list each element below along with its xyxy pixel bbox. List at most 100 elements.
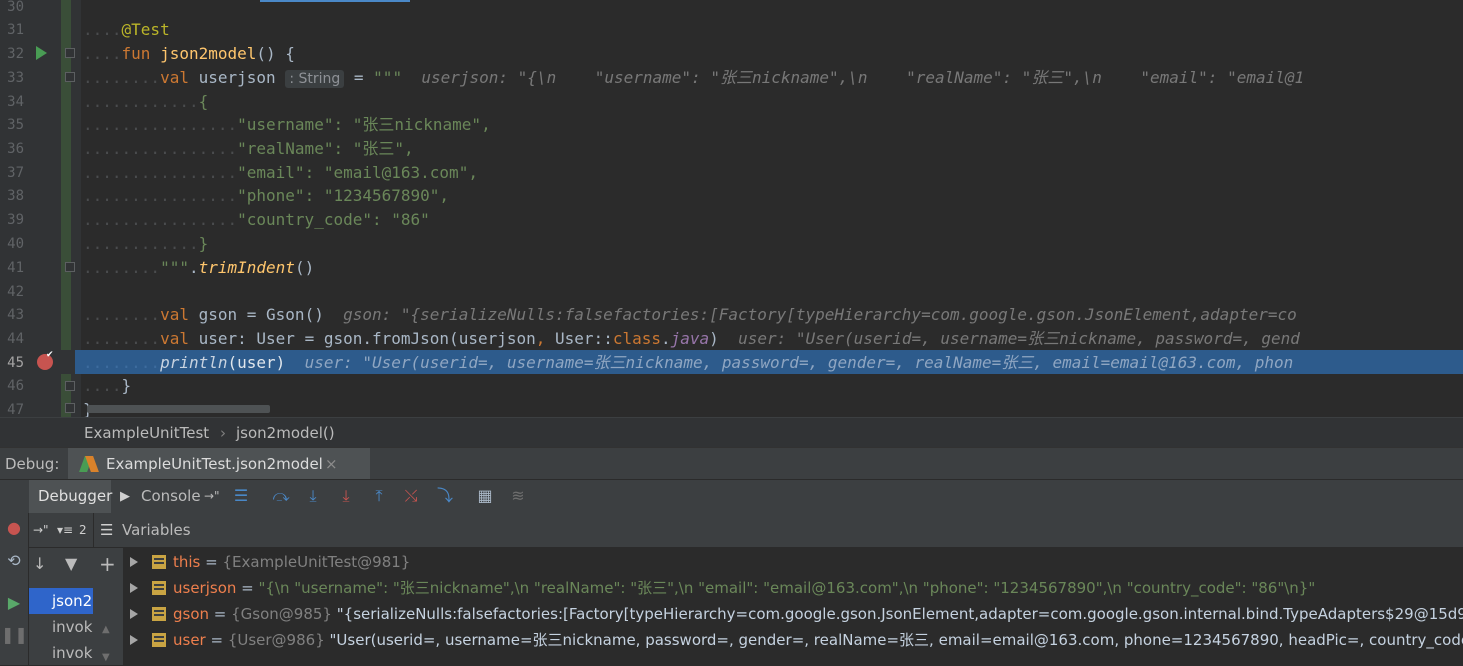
code-text: ) [709, 329, 719, 348]
keyword: val [160, 68, 189, 87]
json-separator: : [333, 115, 353, 134]
line-number: 39 [7, 212, 24, 228]
breadcrumb-class[interactable]: ExampleUnitTest [84, 418, 209, 448]
run-to-cursor-icon[interactable]: ⤵ [432, 480, 458, 512]
debug-label: Debug: [5, 455, 60, 473]
line-number: 44 [7, 331, 24, 347]
json-value: "张三nickname" [352, 115, 482, 134]
line-number: 42 [7, 284, 24, 300]
threads-dropdown-icon[interactable]: ▾≡ [57, 513, 73, 547]
resume-icon[interactable]: ▶ [1, 587, 27, 619]
code-text: (user) [227, 353, 286, 372]
string-literal: """ [160, 258, 189, 277]
evaluate-expression-icon[interactable]: ▦ [472, 480, 498, 512]
variable-row[interactable]: this = {ExampleUnitTest@981} [124, 549, 1463, 575]
restore-layout-icon[interactable]: →" [204, 480, 220, 513]
frame-item[interactable]: invok [29, 640, 93, 666]
string-literal: """ [373, 68, 403, 87]
frames-restore-icon[interactable]: →" [33, 513, 49, 547]
string-literal: { [198, 92, 209, 111]
frame-item[interactable]: invok [29, 614, 93, 640]
line-number: 32 [7, 46, 24, 62]
inline-debug-value: userjson: "{\n "username": "张三nickname",… [402, 68, 1305, 87]
json-separator: : [333, 139, 353, 158]
variable-row[interactable]: userjson = "{\n "username": "张三nickname"… [124, 575, 1463, 601]
filter-icon[interactable]: ▼ [65, 554, 77, 573]
step-into-icon[interactable]: ⤓ [300, 480, 326, 512]
close-icon[interactable]: × [325, 448, 338, 480]
line-number: 45 [7, 355, 24, 371]
pause-icon[interactable]: ❚❚ [1, 619, 28, 651]
mute-breakpoints-icon[interactable]: ⟲ [1, 545, 27, 577]
json-value: "email@163.com" [323, 163, 469, 182]
line-number: 38 [7, 188, 24, 204]
json-value: "86" [391, 210, 430, 229]
debug-session-tab[interactable]: ExampleUnitTest.json2model × [68, 448, 370, 480]
field-icon [152, 581, 166, 595]
code-line: 38 ................"phone": "1234567890"… [0, 184, 1463, 208]
json-key: "username" [237, 115, 334, 134]
step-out-icon[interactable]: ⤒ [366, 480, 392, 512]
drop-frame-icon[interactable]: ⤯ [398, 480, 424, 512]
trace-stream-icon[interactable]: ≋ [505, 480, 531, 512]
code-editor[interactable]: ✔ 30 31 ....@Test 32 ....fun json2model(… [0, 0, 1463, 417]
horizontal-scrollbar[interactable] [87, 405, 270, 413]
tab-console[interactable]: ▶ Console →" [118, 480, 220, 513]
tab-debugger[interactable]: Debugger [29, 480, 112, 513]
variable-name: userjson [188, 68, 276, 87]
variable-row[interactable]: gson = {Gson@985} "{serializeNulls:false… [124, 601, 1463, 627]
breadcrumb: ExampleUnitTest › json2model() [0, 417, 1463, 448]
code-text: . [661, 329, 671, 348]
variable-row[interactable]: user = {User@986} "User(userid=, usernam… [124, 627, 1463, 653]
code-line: 39 ................"country_code": "86" [0, 208, 1463, 232]
line-number: 37 [7, 165, 24, 181]
json-separator: : [371, 210, 392, 229]
move-up-icon[interactable]: ▲ [102, 624, 110, 635]
code-text: . [188, 258, 199, 277]
variables-tree: this = {ExampleUnitTest@981} userjson = … [124, 548, 1463, 665]
expand-icon[interactable] [130, 557, 138, 567]
property: java [670, 329, 710, 348]
annotation: @Test [121, 20, 170, 39]
expand-icon[interactable] [130, 635, 138, 645]
code-text: () { [256, 44, 295, 63]
force-step-into-icon[interactable]: ⤓ [333, 480, 359, 512]
variable-value: "{\n "username": "张三nickname",\n "realNa… [258, 579, 1316, 597]
variable-name: gson [173, 605, 210, 623]
add-watch-icon[interactable]: + [99, 552, 116, 576]
breadcrumb-method[interactable]: json2model() [236, 418, 335, 448]
expand-icon[interactable] [130, 583, 138, 593]
code-line: 37 ................"email": "email@163.c… [0, 161, 1463, 185]
move-down-icon[interactable]: ▼ [102, 652, 110, 663]
arrow-down-icon[interactable]: ↓ [33, 554, 46, 573]
code-line: 41 ........""".trimIndent() [0, 256, 1463, 280]
json-value: "张三" [352, 139, 404, 158]
step-over-icon[interactable]: ⤼ [268, 480, 294, 512]
line-number: 34 [7, 94, 24, 110]
view-breakpoints-icon[interactable]: ● [1, 512, 27, 544]
field-icon [152, 633, 166, 647]
code-line: 35 ................"username": "张三nickna… [0, 113, 1463, 137]
code-line: 42 [0, 280, 1463, 304]
variable-value: "User(userid=, username=张三nickname, pass… [329, 631, 1463, 649]
frames-header: →" ▾≡ 2 [29, 513, 93, 548]
code-line: 43 ........val gson = Gson() gson: "{ser… [0, 303, 1463, 327]
json-comma: , [439, 186, 450, 205]
expand-icon[interactable] [130, 609, 138, 619]
keyword: val [160, 329, 189, 348]
frame-item[interactable]: json2 [29, 588, 93, 614]
json-comma: , [481, 115, 491, 134]
line-number: 47 [7, 402, 24, 417]
field-icon [152, 555, 166, 569]
json-separator: : [304, 186, 324, 205]
string-literal: } [198, 234, 209, 253]
debugger-toolbar: Debugger ▶ Console →" ☰ ⤼ ⤓ ⤓ ⤒ ⤯ ⤵ ▦ ≋ [0, 479, 1463, 513]
json-comma: , [468, 163, 478, 182]
debug-tool-window-header: Debug: ExampleUnitTest.json2model × [0, 447, 1463, 480]
variable-value: "{serializeNulls:falsefactories:[Factory… [336, 605, 1463, 623]
show-execution-point-icon[interactable]: ☰ [228, 480, 254, 512]
code-text: user: User = gson.fromJson(userjson [188, 329, 536, 348]
code-line: 34 ............{ [0, 90, 1463, 114]
code-text: = [344, 68, 374, 87]
keyword: val [160, 305, 189, 324]
